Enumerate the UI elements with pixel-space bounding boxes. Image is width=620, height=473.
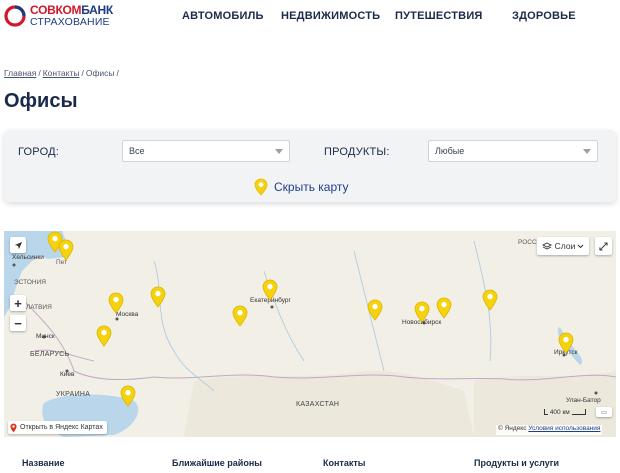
office-pin-marker[interactable]	[482, 289, 498, 311]
site-header: СОВКОМБАНК СТРАХОВАНИЕ АВТОМОБИЛЬ НЕДВИЖ…	[0, 0, 620, 34]
office-pin-marker[interactable]	[96, 325, 112, 347]
breadcrumb: Главная / Контакты / Офисы /	[4, 68, 119, 78]
logo[interactable]: СОВКОМБАНК СТРАХОВАНИЕ	[4, 3, 114, 29]
column-header-districts: Ближайшие районы	[172, 458, 262, 468]
logo-mark-icon	[4, 5, 26, 27]
city-label: ГОРОД:	[18, 146, 60, 158]
map-scale: 400 км	[544, 409, 586, 416]
page-title: Офисы	[4, 90, 78, 112]
layers-icon	[541, 241, 552, 250]
copyright-text: © Яндекс	[498, 425, 527, 432]
map-label-minsk: Минск	[36, 333, 55, 340]
office-pin-marker[interactable]	[232, 305, 248, 327]
layers-label: Слои	[554, 241, 576, 251]
office-pin-marker[interactable]	[367, 299, 383, 321]
layers-button[interactable]: Слои	[537, 237, 589, 255]
office-pin-marker[interactable]	[262, 279, 278, 301]
office-pin-marker[interactable]	[436, 297, 452, 319]
chevron-down-icon	[275, 149, 283, 154]
map-label-helsinki: Хельсинки	[12, 254, 44, 261]
map-copyright: © Яндекс Условия использования	[496, 425, 603, 435]
map-label-russia: РОСС	[518, 239, 537, 246]
breadcrumb-current: Офисы	[85, 68, 115, 78]
nav-item-auto[interactable]: АВТОМОБИЛЬ	[182, 10, 264, 22]
city-select-value: Все	[129, 146, 145, 156]
products-label: ПРОДУКТЫ:	[324, 146, 390, 158]
products-select-value: Любые	[435, 146, 465, 156]
map-label-kiev: Киев	[60, 371, 75, 378]
products-select[interactable]: Любые	[428, 140, 598, 162]
zoom-out-button[interactable]: −	[10, 315, 26, 331]
map-label-kazakhstan: КАЗАХСТАН	[296, 401, 340, 408]
toggle-map-button[interactable]: Скрыть карту	[254, 176, 349, 198]
nav-item-realty[interactable]: НЕДВИЖИМОСТЬ	[281, 10, 380, 22]
location-arrow-icon	[14, 241, 22, 249]
map-label-ukraine: УКРАИНА	[56, 391, 91, 398]
office-pin-marker[interactable]	[58, 239, 74, 261]
chevron-down-icon	[583, 149, 591, 154]
map-pin-icon	[254, 178, 268, 196]
logo-insurance-text: СТРАХОВАНИЕ	[30, 16, 110, 28]
open-in-yandex-maps-label: Открыть в Яндекс Картах	[20, 424, 103, 431]
column-header-name: Название	[22, 458, 65, 468]
nav-item-health[interactable]: ЗДОРОВЬЕ	[512, 10, 576, 22]
scale-label: 400 км	[549, 409, 570, 416]
office-pin-marker[interactable]	[108, 292, 124, 314]
map-label-latvia: ЛАТВИЯ	[26, 304, 52, 311]
column-header-contacts: Контакты	[323, 458, 366, 468]
breadcrumb-home[interactable]: Главная	[4, 68, 36, 78]
breadcrumb-contacts[interactable]: Контакты	[43, 68, 80, 78]
chevron-down-icon	[577, 244, 584, 248]
filter-panel: ГОРОД: Все ПРОДУКТЫ: Любые Скрыть карту	[4, 130, 616, 202]
office-pin-marker[interactable]	[120, 385, 136, 407]
terms-link[interactable]: Условия использования	[528, 425, 600, 432]
column-header-products: Продукты и услуги	[474, 458, 559, 468]
nav-item-travel[interactable]: ПУТЕШЕСТВИЯ	[395, 10, 483, 22]
map-label-belarus: БЕЛАРУСЬ	[30, 351, 70, 358]
zoom-in-button[interactable]: +	[10, 295, 26, 311]
expand-icon	[599, 241, 608, 251]
office-pin-marker[interactable]	[150, 286, 166, 308]
map-label-ulan-bator: Улан-Батор	[566, 397, 601, 404]
open-in-yandex-maps-link[interactable]: Открыть в Яндекс Картах	[8, 421, 107, 434]
fullscreen-button[interactable]	[595, 237, 612, 255]
map-label-estonia: ЭСТОНИЯ	[14, 279, 46, 286]
office-pin-marker[interactable]	[558, 332, 574, 354]
offices-map[interactable]: Хельсинки Пет ЭСТОНИЯ ЛАТВИЯ Москва Минс…	[4, 231, 616, 437]
yandex-pin-icon	[10, 423, 17, 432]
geolocation-button[interactable]	[10, 237, 26, 253]
city-select[interactable]: Все	[122, 140, 290, 162]
toggle-map-label: Скрыть карту	[274, 180, 349, 194]
map-scale-toggle[interactable]: ▭	[596, 407, 612, 417]
office-pin-marker[interactable]	[414, 301, 430, 323]
